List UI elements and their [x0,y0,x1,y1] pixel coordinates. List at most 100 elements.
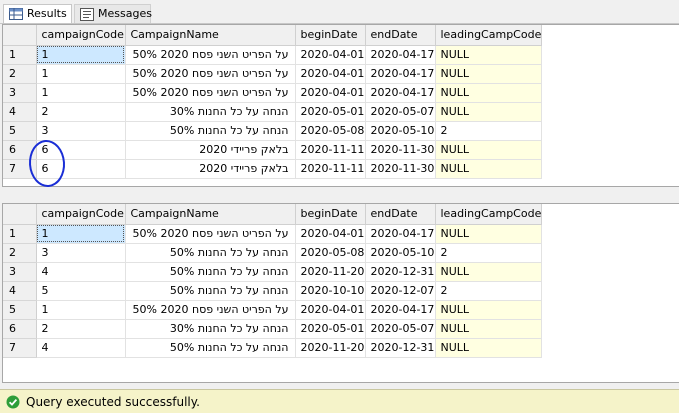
tab-messages[interactable]: Messages [74,4,152,23]
leadingcampcode-cell[interactable]: NULL [435,338,543,358]
campaigncode-cell[interactable]: 1 [36,64,126,84]
campaignname-cell[interactable]: על הפריט השני פסח 2020 50% [125,45,296,65]
row-number[interactable]: 5 [3,121,37,141]
row-number[interactable]: 1 [3,45,37,65]
table-row[interactable]: 6 2 הנחה על כל החנות 30% 2020-05-01 2020-05-… [3,319,543,339]
leadingcampcode-cell[interactable]: NULL [435,102,543,122]
campaigncode-cell[interactable]: 4 [36,338,126,358]
campaignname-cell[interactable]: על הפריט השני פסח 2020 50% [125,300,296,320]
begindate-cell[interactable]: 2020-11-11 [295,159,366,179]
campaigncode-cell[interactable]: 1 [36,224,126,244]
row-number[interactable]: 1 [3,224,37,244]
row-number[interactable]: 5 [3,300,37,320]
row-number[interactable]: 7 [3,159,37,179]
row-header-corner[interactable] [3,25,37,46]
table-row[interactable]: 3 1 על הפריט השני פסח 2020 50% 2020-04-01 20… [3,83,543,103]
column-header-leadingcampcode[interactable]: leadingCampCode [435,25,543,46]
begindate-cell[interactable]: 2020-11-11 [295,140,366,160]
leadingcampcode-cell[interactable]: NULL [435,64,543,84]
campaigncode-cell[interactable]: 2 [36,319,126,339]
column-header-begindate[interactable]: beginDate [295,25,366,46]
row-number[interactable]: 3 [3,262,37,282]
row-number[interactable]: 4 [3,281,37,301]
table-row[interactable]: 7 6 בלאק פריידי 2020 2020-11-11 2020-11-30 NU… [3,159,543,179]
leadingcampcode-cell[interactable]: NULL [435,224,543,244]
enddate-cell[interactable]: 2020-04-17 [365,64,436,84]
tab-results[interactable]: Results [3,4,72,23]
campaigncode-cell[interactable]: 1 [36,300,126,320]
campaigncode-cell[interactable]: 5 [36,281,126,301]
column-header-leadingcampcode[interactable]: leadingCampCode [435,204,543,225]
enddate-cell[interactable]: 2020-11-30 [365,159,436,179]
campaignname-cell[interactable]: בלאק פריידי 2020 [125,159,296,179]
column-header-begindate[interactable]: beginDate [295,204,366,225]
begindate-cell[interactable]: 2020-04-01 [295,83,366,103]
campaignname-cell[interactable]: הנחה על כל החנות 30% [125,102,296,122]
enddate-cell[interactable]: 2020-04-17 [365,224,436,244]
row-number[interactable]: 3 [3,83,37,103]
enddate-cell[interactable]: 2020-05-07 [365,102,436,122]
column-header-campaignname[interactable]: CampaignName [125,25,296,46]
campaignname-cell[interactable]: על הפריט השני פסח 2020 50% [125,64,296,84]
campaignname-cell[interactable]: הנחה על כל החנות 50% [125,243,296,263]
begindate-cell[interactable]: 2020-05-08 [295,243,366,263]
begindate-cell[interactable]: 2020-11-20 [295,262,366,282]
begindate-cell[interactable]: 2020-04-01 [295,45,366,65]
campaigncode-cell[interactable]: 3 [36,121,126,141]
result-grid-2[interactable]: campaignCode CampaignName beginDate endD… [2,203,679,383]
table-row[interactable]: 2 3 הנחה על כל החנות 50% 2020-05-08 2020-05-… [3,243,543,263]
begindate-cell[interactable]: 2020-04-01 [295,224,366,244]
table-row[interactable]: 1 1 על הפריט השני פסח 2020 50% 2020-04-01 20… [3,224,543,244]
begindate-cell[interactable]: 2020-04-01 [295,300,366,320]
leadingcampcode-cell[interactable]: NULL [435,140,543,160]
begindate-cell[interactable]: 2020-10-10 [295,281,366,301]
campaigncode-cell[interactable]: 6 [36,140,126,160]
campaignname-cell[interactable]: הנחה על כל החנות 50% [125,338,296,358]
leadingcampcode-cell[interactable]: NULL [435,83,543,103]
column-header-enddate[interactable]: endDate [365,204,436,225]
table-row[interactable]: 7 4 הנחה על כל החנות 50% 2020-11-20 2020-12-… [3,338,543,358]
row-number[interactable]: 2 [3,64,37,84]
table-row[interactable]: 5 3 הנחה על כל החנות 50% 2020-05-08 2020-05-… [3,121,543,141]
row-number[interactable]: 2 [3,243,37,263]
table-row[interactable]: 3 4 הנחה על כל החנות 50% 2020-11-20 2020-12-… [3,262,543,282]
column-header-campaignname[interactable]: CampaignName [125,204,296,225]
enddate-cell[interactable]: 2020-11-30 [365,140,436,160]
enddate-cell[interactable]: 2020-05-07 [365,319,436,339]
leadingcampcode-cell[interactable]: NULL [435,319,543,339]
begindate-cell[interactable]: 2020-11-20 [295,338,366,358]
table-row[interactable]: 4 2 הנחה על כל החנות 30% 2020-05-01 2020-05-… [3,102,543,122]
leadingcampcode-cell[interactable]: NULL [435,300,543,320]
campaignname-cell[interactable]: על הפריט השני פסח 2020 50% [125,83,296,103]
campaigncode-cell[interactable]: 1 [36,45,126,65]
enddate-cell[interactable]: 2020-12-31 [365,262,436,282]
leadingcampcode-cell[interactable]: NULL [435,45,543,65]
campaignname-cell[interactable]: בלאק פריידי 2020 [125,140,296,160]
campaignname-cell[interactable]: הנחה על כל החנות 50% [125,121,296,141]
enddate-cell[interactable]: 2020-04-17 [365,45,436,65]
leadingcampcode-cell[interactable]: 2 [435,243,543,263]
campaignname-cell[interactable]: הנחה על כל החנות 30% [125,319,296,339]
table-row[interactable]: 6 6 בלאק פריידי 2020 2020-11-11 2020-11-30 NU… [3,140,543,160]
table-row[interactable]: 5 1 על הפריט השני פסח 2020 50% 2020-04-01 20… [3,300,543,320]
result-grid-1[interactable]: campaignCode CampaignName beginDate endD… [2,24,679,187]
campaigncode-cell[interactable]: 6 [36,159,126,179]
row-number[interactable]: 7 [3,338,37,358]
column-header-enddate[interactable]: endDate [365,25,436,46]
campaignname-cell[interactable]: הנחה על כל החנות 50% [125,262,296,282]
table-row[interactable]: 4 5 הנחה על כל החנות 50% 2020-10-10 2020-12-… [3,281,543,301]
enddate-cell[interactable]: 2020-04-17 [365,300,436,320]
enddate-cell[interactable]: 2020-12-07 [365,281,436,301]
leadingcampcode-cell[interactable]: NULL [435,262,543,282]
enddate-cell[interactable]: 2020-05-10 [365,243,436,263]
leadingcampcode-cell[interactable]: 2 [435,121,543,141]
column-header-campaigncode[interactable]: campaignCode [36,204,126,225]
table-row[interactable]: 1 1 על הפריט השני פסח 2020 50% 2020-04-01 20… [3,45,543,65]
campaigncode-cell[interactable]: 3 [36,243,126,263]
begindate-cell[interactable]: 2020-05-01 [295,102,366,122]
campaigncode-cell[interactable]: 1 [36,83,126,103]
row-header-corner[interactable] [3,204,37,225]
leadingcampcode-cell[interactable]: 2 [435,281,543,301]
begindate-cell[interactable]: 2020-05-08 [295,121,366,141]
campaigncode-cell[interactable]: 2 [36,102,126,122]
